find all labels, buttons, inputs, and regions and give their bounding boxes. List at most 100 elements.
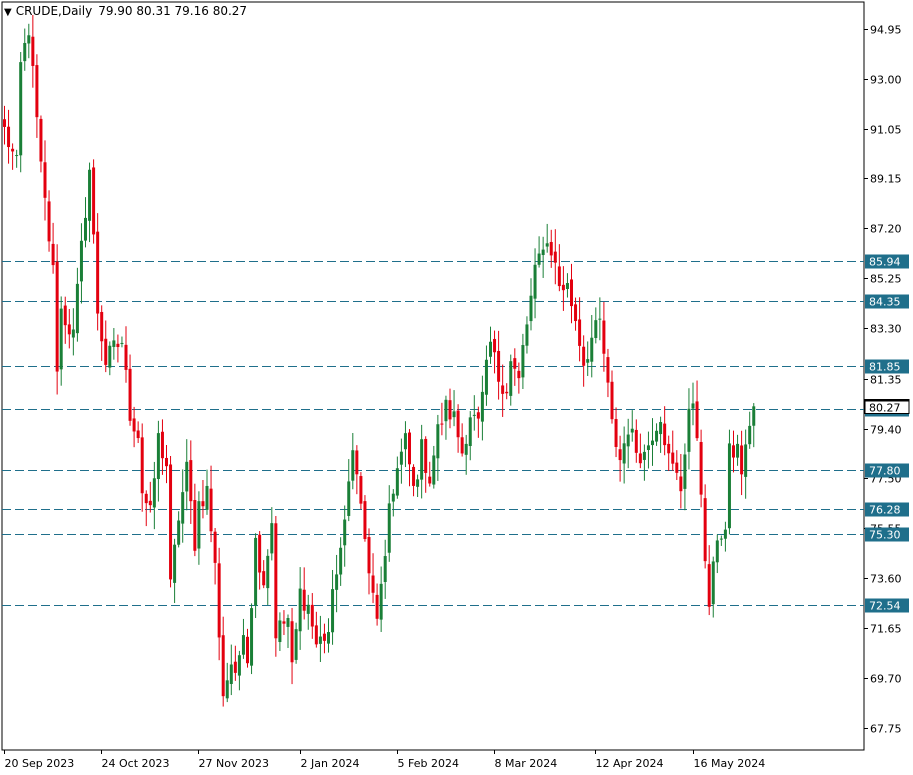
candle-body	[505, 391, 509, 394]
candle-body	[43, 162, 47, 198]
candle-body	[169, 464, 173, 580]
candle-body	[294, 629, 298, 660]
candle-body	[525, 324, 529, 346]
candle-body	[480, 391, 484, 422]
y-tick-label: 91.05	[870, 124, 902, 137]
candle-body	[379, 583, 383, 620]
candle-body	[383, 556, 387, 583]
candle-body	[476, 412, 480, 419]
candle-body	[148, 500, 152, 506]
candle-body	[92, 167, 96, 235]
x-tick-label: 27 Nov 2023	[199, 757, 269, 770]
candle-body	[132, 418, 136, 432]
candle-body	[448, 400, 452, 420]
candle-body	[314, 625, 318, 645]
candle-body	[695, 401, 699, 439]
candle-body	[727, 443, 731, 529]
candle-body	[420, 439, 424, 480]
candle-body	[561, 284, 565, 291]
chart-area: ▼ CRUDE,Daily 79.90 80.31 79.16 80.27 94.9…	[0, 0, 913, 775]
current-price-label: 80.27	[869, 402, 901, 415]
candle-body	[748, 425, 752, 445]
candle-body	[472, 414, 476, 416]
candle-body	[15, 155, 19, 157]
candle-body	[703, 498, 707, 562]
candle-body	[432, 455, 436, 485]
candle-body	[367, 537, 371, 574]
candle-body	[699, 441, 703, 495]
candle-body	[440, 423, 444, 425]
candle-body	[659, 422, 663, 435]
price-chart[interactable]: 94.95 93.00 91.05 89.15 87.20 85.25 83.30 81.35…	[0, 0, 913, 775]
y-tick-label: 71.65	[870, 623, 902, 636]
candle-body	[185, 461, 189, 492]
candle-body	[237, 655, 241, 676]
level-badge-label: 76.28	[869, 504, 901, 517]
candle-body	[322, 633, 326, 641]
candle-body	[586, 359, 590, 363]
candle-body	[193, 500, 197, 551]
candle-body	[258, 534, 262, 573]
candle-body	[630, 428, 634, 433]
candle-body	[339, 547, 343, 575]
candle-body	[549, 241, 553, 256]
candle-body	[290, 621, 294, 663]
candle-body	[464, 443, 468, 455]
y-tick-label: 81.35	[870, 374, 902, 387]
y-tick-label: 73.60	[870, 573, 902, 586]
candle-body	[282, 621, 286, 624]
candle-body	[707, 564, 711, 607]
candle-body	[233, 661, 237, 673]
candle-body	[683, 454, 687, 489]
candle-body	[667, 443, 671, 454]
candle-body	[416, 479, 420, 487]
candle-body	[484, 359, 488, 395]
candle-body	[497, 350, 501, 382]
candle-body	[96, 231, 100, 314]
candle-body	[246, 636, 249, 664]
candle-body	[39, 118, 43, 162]
candle-body	[399, 451, 403, 465]
candle-body	[306, 604, 310, 614]
candle-body	[302, 589, 306, 611]
level-badge-label: 75.30	[869, 529, 901, 542]
candle-body	[740, 445, 744, 475]
candle-body	[84, 217, 87, 241]
candle-body	[318, 636, 322, 644]
candle-body	[594, 320, 598, 339]
candle-body	[614, 418, 618, 447]
candle-body	[152, 478, 156, 508]
candle-body	[104, 338, 108, 365]
candle-body	[310, 604, 314, 627]
candle-body	[424, 438, 428, 473]
level-badge-label: 72.54	[869, 600, 901, 613]
candle-body	[197, 501, 201, 549]
candle-body	[331, 589, 335, 633]
candle-body	[213, 531, 217, 563]
candle-body	[412, 466, 416, 486]
candle-body	[655, 430, 659, 442]
candle-body	[456, 410, 460, 438]
candle-body	[298, 588, 302, 632]
candle-body	[517, 370, 521, 379]
candle-body	[108, 345, 112, 368]
candle-body	[11, 148, 15, 152]
y-tick-label: 69.70	[870, 673, 902, 686]
candle-body	[375, 594, 379, 619]
candle-body	[241, 635, 245, 655]
candle-body	[19, 62, 23, 156]
candle-body	[606, 357, 610, 383]
candle-body	[529, 295, 533, 322]
x-tick-label: 16 May 2024	[694, 757, 766, 770]
candle-body	[537, 253, 541, 265]
candle-body	[116, 343, 120, 348]
candle-body	[687, 408, 691, 452]
candle-body	[189, 460, 193, 502]
candle-body	[31, 36, 35, 66]
candle-body	[387, 503, 391, 553]
candle-body	[651, 440, 654, 446]
candle-body	[744, 444, 748, 477]
candle-body	[347, 481, 351, 516]
candle-body	[59, 308, 63, 370]
candle-body	[270, 523, 274, 554]
